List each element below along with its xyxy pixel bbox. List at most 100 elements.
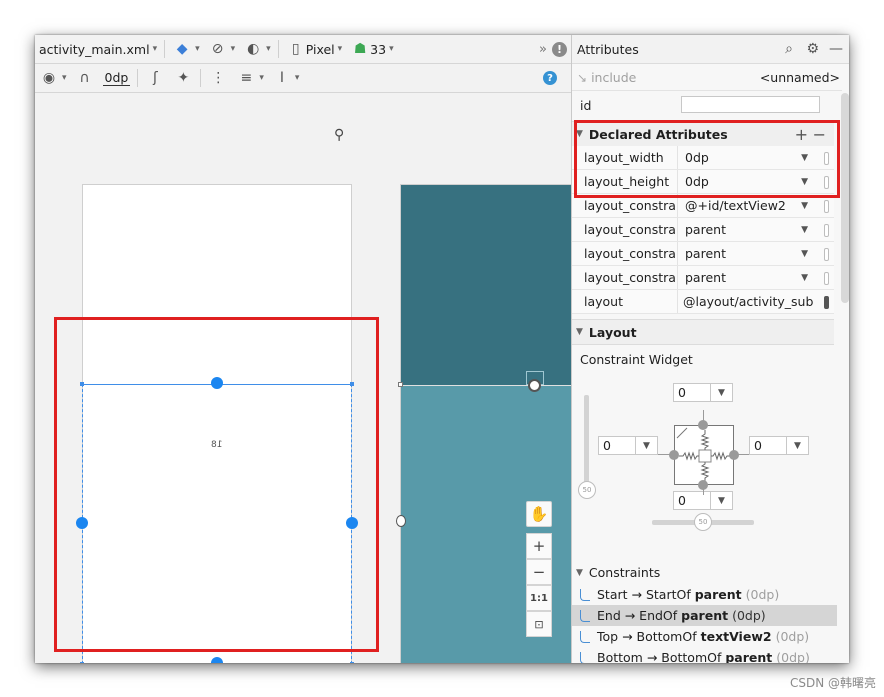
resource-picker-icon[interactable]: [824, 152, 829, 165]
blueprint-textview-region[interactable]: [401, 185, 571, 385]
api-level-selector[interactable]: ☗ 33 ▾: [346, 38, 397, 60]
orientation-button[interactable]: ⊘ ▾: [204, 38, 240, 60]
attribute-value[interactable]: parent: [678, 222, 834, 237]
constraint-margin: (0dp): [745, 587, 780, 602]
resource-picker-icon[interactable]: [824, 248, 829, 261]
resource-picker-icon[interactable]: [824, 176, 829, 189]
guidelines-button[interactable]: I ▾: [268, 67, 304, 89]
top-margin-select[interactable]: 0 ▼: [673, 383, 733, 402]
attribute-value[interactable]: @layout/activity_sub: [678, 294, 834, 309]
id-field[interactable]: [681, 96, 820, 113]
warning-icon[interactable]: !: [552, 41, 567, 57]
vertical-bias-track[interactable]: [584, 395, 589, 495]
end-constraint-anchor[interactable]: [346, 517, 358, 529]
clear-constraints-button[interactable]: ʃ: [141, 67, 169, 89]
resize-handle[interactable]: [350, 382, 354, 386]
resource-picker-icon[interactable]: [824, 272, 829, 285]
chevron-down-icon[interactable]: ▼: [801, 201, 808, 211]
attributes-scrollbar[interactable]: [841, 93, 849, 303]
blueprint-top-anchor[interactable]: [528, 379, 541, 392]
attribute-row[interactable]: layout_constrai... parent ▼: [572, 266, 834, 290]
resize-handle[interactable]: [350, 662, 354, 663]
right-margin-select[interactable]: 0 ▼: [749, 436, 809, 455]
attribute-value[interactable]: parent: [678, 270, 834, 285]
blueprint-start-anchor[interactable]: [396, 515, 406, 527]
help-icon[interactable]: ?: [543, 71, 557, 85]
design-canvas[interactable]: ⚲ 18 ✋ + − 1:1 ⊡: [35, 93, 571, 663]
guidelines-icon: I: [279, 70, 284, 86]
chevron-down-icon[interactable]: ▼: [801, 273, 808, 283]
chevron-down-icon: ▼: [576, 129, 583, 139]
chevron-down-icon[interactable]: ▼: [801, 153, 808, 163]
attribute-row[interactable]: layout_constrai... @+id/textView2 ▼: [572, 194, 834, 218]
constraint-text: Bottom → BottomOf: [597, 650, 722, 663]
attribute-name: layout_constrai...: [572, 194, 678, 217]
chevron-down-icon[interactable]: ▼: [801, 225, 808, 235]
zoom-in-button[interactable]: +: [526, 533, 552, 559]
pin-icon[interactable]: ⚲: [334, 127, 344, 143]
more-icon[interactable]: »: [539, 42, 547, 57]
resize-handle[interactable]: [80, 662, 84, 663]
selected-include-layout[interactable]: [82, 384, 352, 663]
blueprint-corner-handle[interactable]: [398, 382, 403, 387]
attribute-row[interactable]: layout_constrai... parent ▼: [572, 218, 834, 242]
resource-picker-icon[interactable]: [824, 296, 829, 309]
search-icon[interactable]: ⌕: [785, 41, 793, 57]
attribute-value[interactable]: 0dp: [678, 150, 834, 165]
add-attribute-button[interactable]: +: [795, 125, 808, 144]
pack-button[interactable]: ⋮: [204, 67, 232, 89]
pan-button[interactable]: ✋: [526, 501, 552, 527]
constraint-item[interactable]: Start → StartOf parent (0dp): [572, 584, 837, 605]
top-constraint-anchor[interactable]: [211, 377, 223, 389]
device-name: Pixel: [305, 41, 335, 57]
autoconnect-button[interactable]: ∩: [71, 67, 99, 89]
view-options-button[interactable]: ◉ ▾: [35, 67, 71, 89]
right-constraint-dot[interactable]: [729, 450, 739, 460]
top-constraint-dot[interactable]: [698, 420, 708, 430]
left-margin-select[interactable]: 0 ▼: [598, 436, 658, 455]
hand-icon: ✋: [529, 505, 549, 523]
zoom-out-button[interactable]: −: [526, 559, 552, 585]
constraint-item[interactable]: Bottom → BottomOf parent (0dp): [572, 647, 837, 663]
file-selector[interactable]: activity_main.xml ▾: [35, 38, 161, 60]
fit-screen-button[interactable]: ⊡: [526, 611, 552, 637]
attribute-row[interactable]: layout_height 0dp ▼: [572, 170, 834, 194]
actual-size-button[interactable]: 1:1: [526, 585, 552, 611]
chevron-down-icon[interactable]: ▼: [801, 177, 808, 187]
constraints-header[interactable]: ▼ Constraints: [576, 565, 660, 580]
theme-button[interactable]: ◐ ▾: [239, 38, 275, 60]
zoom-controls: ✋ + − 1:1 ⊡: [526, 501, 552, 637]
attribute-row[interactable]: layout @layout/activity_sub: [572, 290, 834, 314]
remove-attribute-button[interactable]: −: [813, 125, 826, 144]
default-margin-field[interactable]: 0dp: [102, 70, 131, 86]
vertical-bias-slider[interactable]: 50: [578, 481, 596, 499]
start-constraint-anchor[interactable]: [76, 517, 88, 529]
constraint-item[interactable]: End → EndOf parent (0dp): [572, 605, 837, 626]
attribute-value[interactable]: 0dp: [678, 174, 834, 189]
layout-section-header[interactable]: ▼ Layout: [572, 319, 834, 345]
resource-picker-icon[interactable]: [824, 224, 829, 237]
layout-designer: activity_main.xml ▾ ◆ ▾ ⊘ ▾ ◐ ▾ ▯ Pixel …: [35, 35, 571, 663]
align-button[interactable]: ≡ ▾: [232, 67, 268, 89]
bottom-constraint-dot[interactable]: [698, 480, 708, 490]
gear-icon[interactable]: ⚙: [806, 41, 819, 57]
constraint-item[interactable]: Top → BottomOf textView2 (0dp): [572, 626, 837, 647]
resource-picker-icon[interactable]: [824, 200, 829, 213]
bottom-constraint-anchor[interactable]: [211, 657, 223, 663]
attribute-value[interactable]: @+id/textView2: [678, 198, 834, 213]
resize-handle[interactable]: [80, 382, 84, 386]
attribute-value[interactable]: parent: [678, 246, 834, 261]
toolbar-separator: [200, 69, 202, 87]
chevron-down-icon[interactable]: ▼: [801, 249, 808, 259]
design-surface-button[interactable]: ◆ ▾: [168, 38, 204, 60]
attribute-row[interactable]: layout_width 0dp ▼: [572, 146, 834, 170]
constraint-springs: [676, 427, 731, 482]
attribute-row[interactable]: layout_constrai... parent ▼: [572, 242, 834, 266]
device-selector[interactable]: ▯ Pixel ▾: [282, 38, 346, 60]
infer-constraints-button[interactable]: ✦: [169, 67, 197, 89]
declared-attributes-header[interactable]: ▼ Declared Attributes + −: [572, 121, 834, 147]
minimize-icon[interactable]: —: [829, 41, 843, 57]
attributes-title: Attributes: [577, 41, 639, 57]
horizontal-bias-slider[interactable]: 50: [694, 513, 712, 531]
left-constraint-dot[interactable]: [669, 450, 679, 460]
